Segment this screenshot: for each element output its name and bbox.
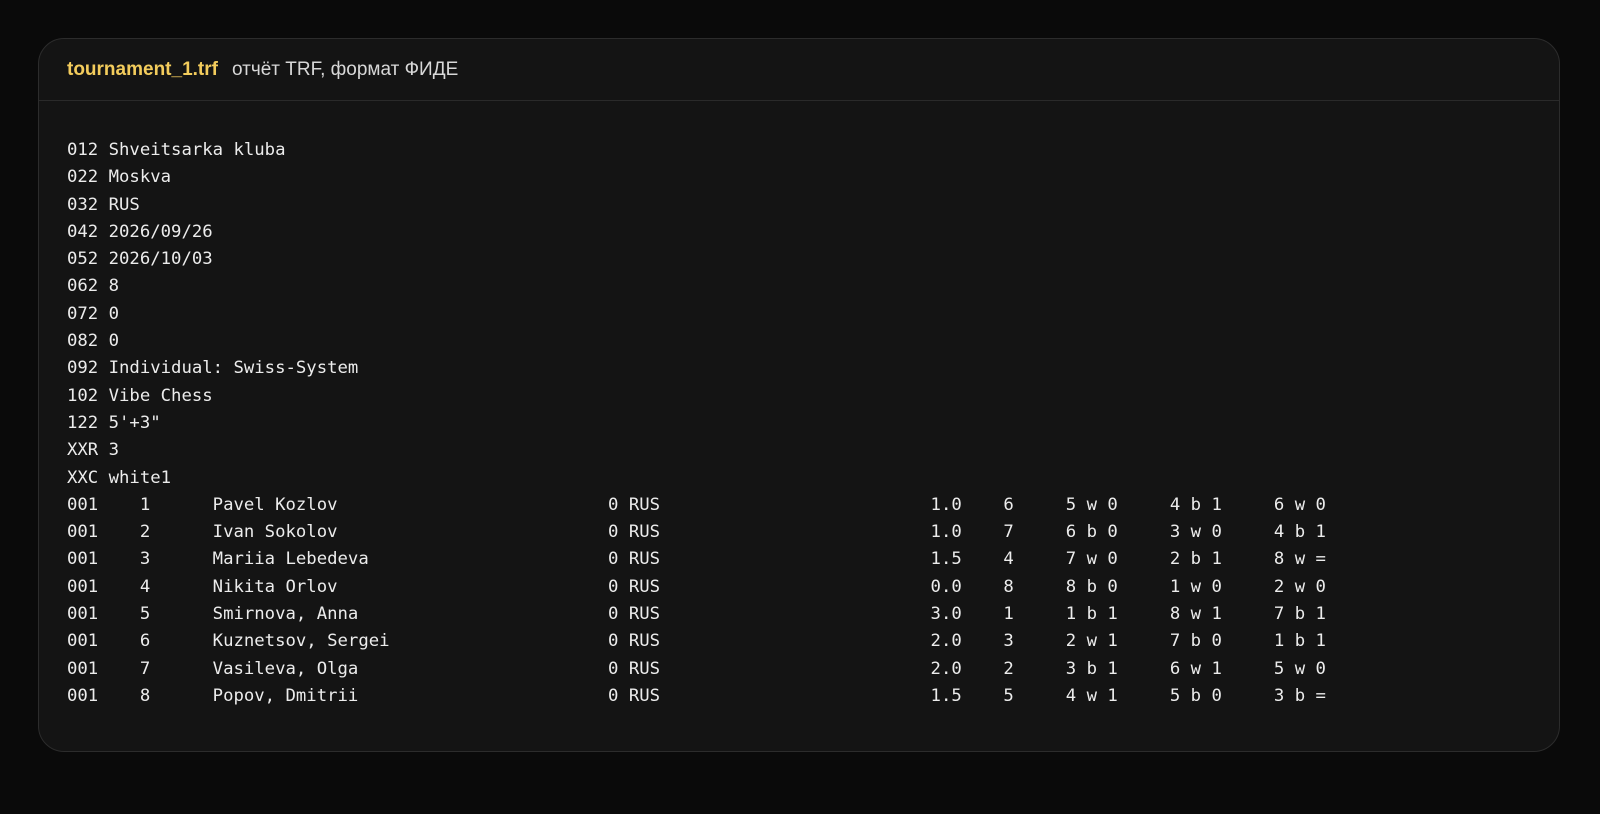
- player-row: 001 6 Kuznetsov, Sergei 0 RUS 2.0 3 2 w …: [67, 631, 1326, 652]
- card-header: tournament_1.trf отчёт TRF, формат ФИДЕ: [39, 39, 1559, 101]
- trf-report-card: tournament_1.trf отчёт TRF, формат ФИДЕ …: [38, 38, 1560, 752]
- trf-line-time-control: 122 5'+3": [67, 412, 161, 433]
- trf-line-start-date: 042 2026/09/26: [67, 221, 213, 242]
- player-row: 001 8 Popov, Dmitrii 0 RUS 1.5 5 4 w 1 5…: [67, 685, 1326, 706]
- player-row: 001 1 Pavel Kozlov 0 RUS 1.0 6 5 w 0 4 b…: [67, 494, 1326, 515]
- player-row: 001 2 Ivan Sokolov 0 RUS 1.0 7 6 b 0 3 w…: [67, 522, 1326, 543]
- trf-line-config: XXC white1: [67, 467, 172, 488]
- player-row: 001 3 Mariia Lebedeva 0 RUS 1.5 4 7 w 0 …: [67, 549, 1326, 570]
- trf-line-tournament-type: 092 Individual: Swiss-System: [67, 358, 359, 379]
- player-row: 001 4 Nikita Orlov 0 RUS 0.0 8 8 b 0 1 w…: [67, 576, 1326, 597]
- trf-line-teams: 082 0: [67, 331, 120, 352]
- trf-line-end-date: 052 2026/10/03: [67, 249, 213, 270]
- trf-line-city: 022 Moskva: [67, 167, 172, 188]
- trf-line-players-count: 062 8: [67, 276, 120, 297]
- trf-line-rated-players: 072 0: [67, 303, 120, 324]
- trf-content: 012 Shveitsarka kluba 022 Moskva 032 RUS…: [67, 137, 1326, 710]
- trf-line-arbiter: 102 Vibe Chess: [67, 385, 213, 406]
- player-row: 001 5 Smirnova, Anna 0 RUS 3.0 1 1 b 1 8…: [67, 604, 1326, 625]
- file-name: tournament_1.trf: [67, 58, 218, 80]
- trf-line-federation: 032 RUS: [67, 194, 140, 215]
- trf-line-rounds: XXR 3: [67, 440, 120, 461]
- file-description: отчёт TRF, формат ФИДЕ: [231, 58, 459, 80]
- trf-line-tournament-name: 012 Shveitsarka kluba: [67, 140, 286, 160]
- player-row: 001 7 Vasileva, Olga 0 RUS 2.0 2 3 b 1 6…: [67, 658, 1326, 679]
